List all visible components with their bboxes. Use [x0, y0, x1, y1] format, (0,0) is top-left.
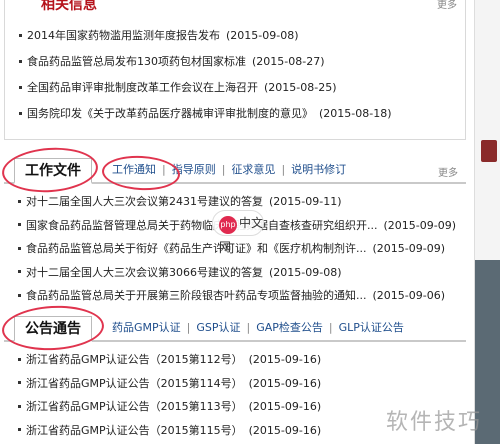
bullet-icon	[18, 293, 21, 297]
sidebar-thumbnail-icon	[481, 140, 497, 162]
bullet-icon	[19, 33, 22, 37]
bullet-icon	[19, 111, 22, 115]
list-item[interactable]: 浙江省药品GMP认证公告（2015第114号） (2015-09-16)	[18, 374, 466, 398]
php-logo-icon: php	[219, 216, 237, 234]
tab-gap[interactable]: GAP检查公告	[256, 321, 323, 334]
bullet-icon	[19, 85, 22, 89]
right-sidebar-edge	[474, 0, 500, 444]
list-item[interactable]: 全国药品审评审批制度改革工作会议在上海召开 (2015-08-25)	[19, 78, 459, 104]
tab-notices[interactable]: 公告通告	[14, 316, 92, 342]
bullet-icon	[18, 199, 21, 203]
work-docs-tabbar: 工作文件 工作通知 | 指导原则 | 征求意见 | 说明书修订 更多	[4, 158, 466, 184]
list-item[interactable]: 国务院印发《关于改革药品医疗器械审评审批制度的意见》 (2015-08-18)	[19, 104, 459, 130]
tab-guidelines[interactable]: 指导原则	[172, 163, 216, 176]
tab-gsp[interactable]: GSP认证	[196, 321, 240, 334]
list-item[interactable]: 食品药品监管总局关于开展第三阶段银杏叶药品专项监督抽验的通知... (2015-0…	[18, 286, 466, 310]
related-info-list: 2014年国家药物滥用监测年度报告发布 (2015-09-08) 食品药品监管总局…	[19, 26, 459, 130]
list-item[interactable]: 2014年国家药物滥用监测年度报告发布 (2015-09-08)	[19, 26, 459, 52]
list-item[interactable]: 浙江省药品GMP认证公告（2015第112号） (2015-09-16)	[18, 350, 466, 374]
related-info-panel: 相关信息 更多 2014年国家药物滥用监测年度报告发布 (2015-09-08) …	[4, 0, 466, 140]
bullet-icon	[18, 270, 21, 273]
related-info-more-link[interactable]: 更多	[437, 0, 457, 11]
list-item[interactable]: 对十二届全国人大三次会议第3066号建议的答复 (2015-09-08)	[18, 263, 466, 287]
bullet-icon	[18, 357, 21, 361]
tab-gmp[interactable]: 药品GMP认证	[112, 321, 181, 334]
bullet-icon	[18, 428, 21, 431]
tab-work-notice[interactable]: 工作通知	[112, 163, 156, 176]
list-item[interactable]: 食品药品监管总局发布130项药包材国家标准 (2015-08-27)	[19, 52, 459, 78]
related-info-title: 相关信息	[41, 0, 97, 13]
bullet-icon	[18, 246, 21, 250]
bullet-icon	[18, 381, 21, 384]
notice-tabbar: 公告通告 药品GMP认证 | GSP认证 | GAP检查公告 | GLP认证公告	[4, 316, 466, 342]
list-item[interactable]: 食品药品监管总局关于衔好《药品生产许可证》和《医疗机构制剂许... (2015-0…	[18, 239, 466, 263]
tab-comments[interactable]: 征求意见	[231, 163, 275, 176]
bullet-icon	[18, 223, 21, 226]
notice-sublinks: 药品GMP认证 | GSP认证 | GAP检查公告 | GLP认证公告	[112, 321, 404, 334]
tab-glp[interactable]: GLP认证公告	[339, 321, 404, 334]
page: 相关信息 更多 2014年国家药物滥用监测年度报告发布 (2015-09-08) …	[0, 0, 474, 444]
bullet-icon	[19, 59, 22, 63]
work-docs-sublinks: 工作通知 | 指导原则 | 征求意见 | 说明书修订	[112, 163, 347, 176]
watermark: 软件技巧	[385, 410, 482, 435]
tab-work-docs[interactable]: 工作文件	[14, 158, 92, 184]
bullet-icon	[18, 404, 21, 408]
work-docs-more-link[interactable]: 更多	[438, 164, 458, 179]
tab-label-revision[interactable]: 说明书修订	[291, 163, 346, 176]
site-badge: php 中文网	[212, 210, 264, 254]
